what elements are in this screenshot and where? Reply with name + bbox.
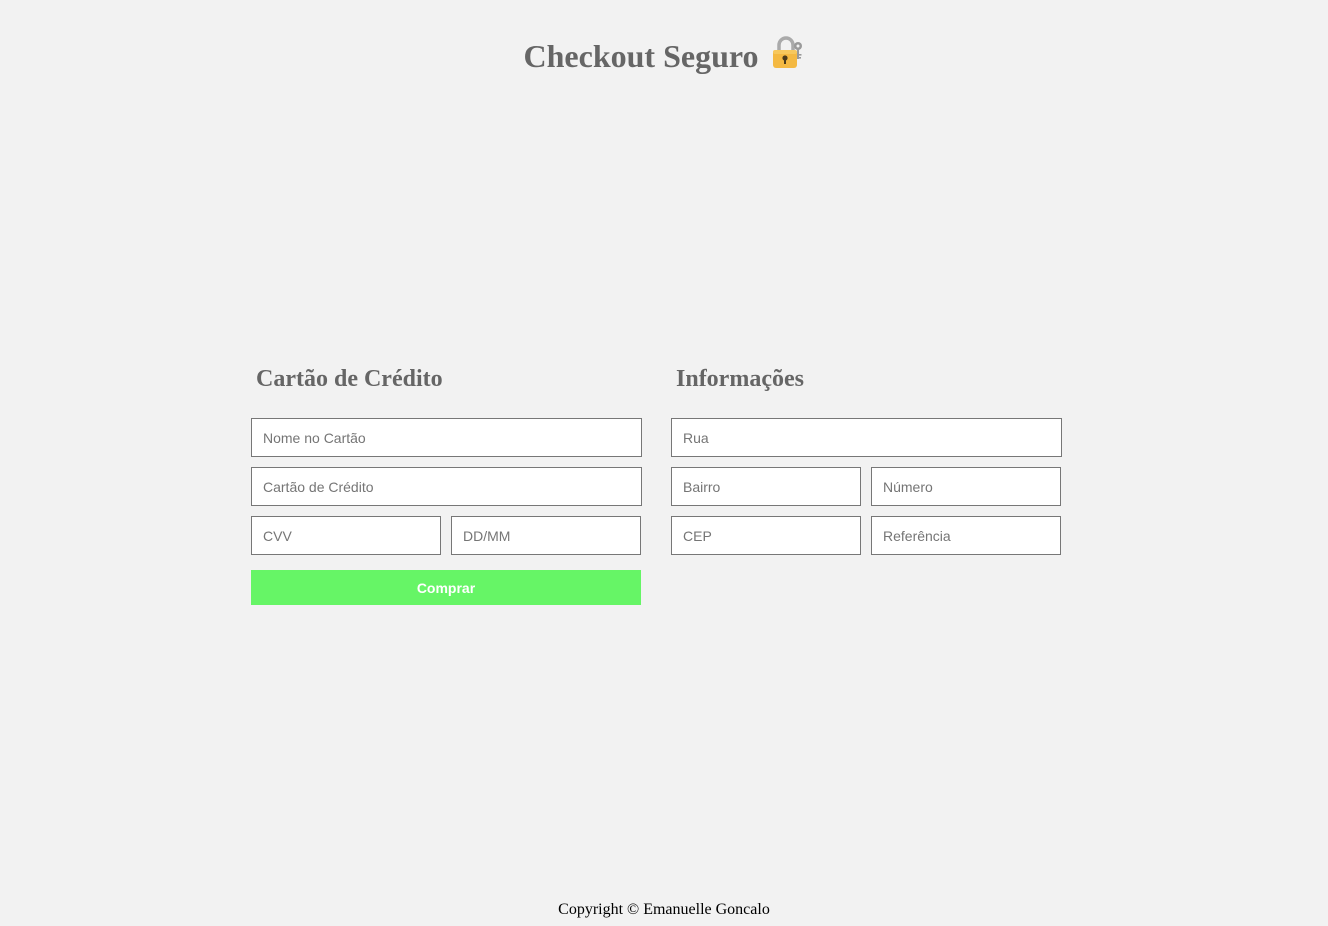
- page-title-text: Checkout Seguro: [523, 38, 759, 74]
- neighborhood-input[interactable]: [671, 467, 861, 506]
- address-number-input[interactable]: [871, 467, 1061, 506]
- card-number-input[interactable]: [251, 467, 642, 506]
- expiry-input[interactable]: [451, 516, 641, 555]
- zip-code-input[interactable]: [671, 516, 861, 555]
- lock-with-key-icon: [770, 36, 804, 79]
- credit-card-section-title: Cartão de Crédito: [256, 366, 443, 392]
- street-input[interactable]: [671, 418, 1062, 457]
- cvv-input[interactable]: [251, 516, 441, 555]
- info-section-title: Informações: [676, 366, 804, 392]
- reference-input[interactable]: [871, 516, 1061, 555]
- footer-copyright: Copyright © Emanuelle Goncalo: [558, 901, 770, 918]
- page-title: Checkout Seguro: [0, 36, 1328, 79]
- buy-button[interactable]: Comprar: [251, 570, 641, 605]
- card-name-input[interactable]: [251, 418, 642, 457]
